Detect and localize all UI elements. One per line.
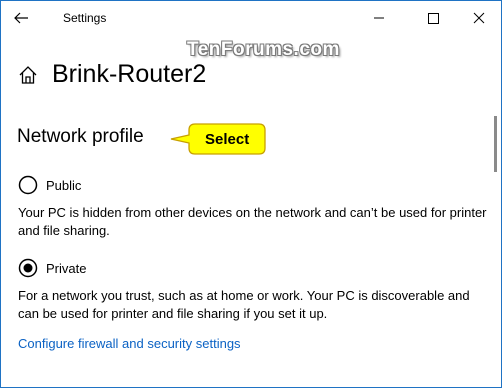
back-arrow-icon[interactable] — [13, 10, 29, 26]
public-radio[interactable] — [18, 175, 38, 195]
title-bar: Settings — [1, 1, 501, 35]
watermark-logo: TenForums.com — [187, 39, 340, 60]
settings-window: Settings TenForums.com Brink-Router2 Net… — [0, 0, 502, 388]
private-description: For a network you trust, such as at home… — [18, 288, 470, 321]
close-button[interactable] — [457, 4, 501, 32]
home-icon[interactable] — [18, 65, 38, 85]
public-description: Your PC is hidden from other devices on … — [18, 205, 487, 238]
network-profile-heading: Network profile — [17, 126, 144, 147]
window-title: Settings — [63, 11, 107, 25]
configure-firewall-link[interactable]: Configure firewall and security settings — [18, 336, 241, 351]
maximize-button[interactable] — [411, 4, 455, 32]
select-callout-label: Select — [205, 131, 250, 148]
scrollbar-thumb[interactable] — [494, 116, 497, 172]
minimize-button[interactable] — [357, 4, 401, 32]
public-radio-label[interactable]: Public — [46, 178, 81, 193]
private-radio[interactable] — [18, 258, 38, 278]
private-radio-label[interactable]: Private — [46, 261, 86, 276]
page-title: Brink-Router2 — [52, 60, 207, 88]
